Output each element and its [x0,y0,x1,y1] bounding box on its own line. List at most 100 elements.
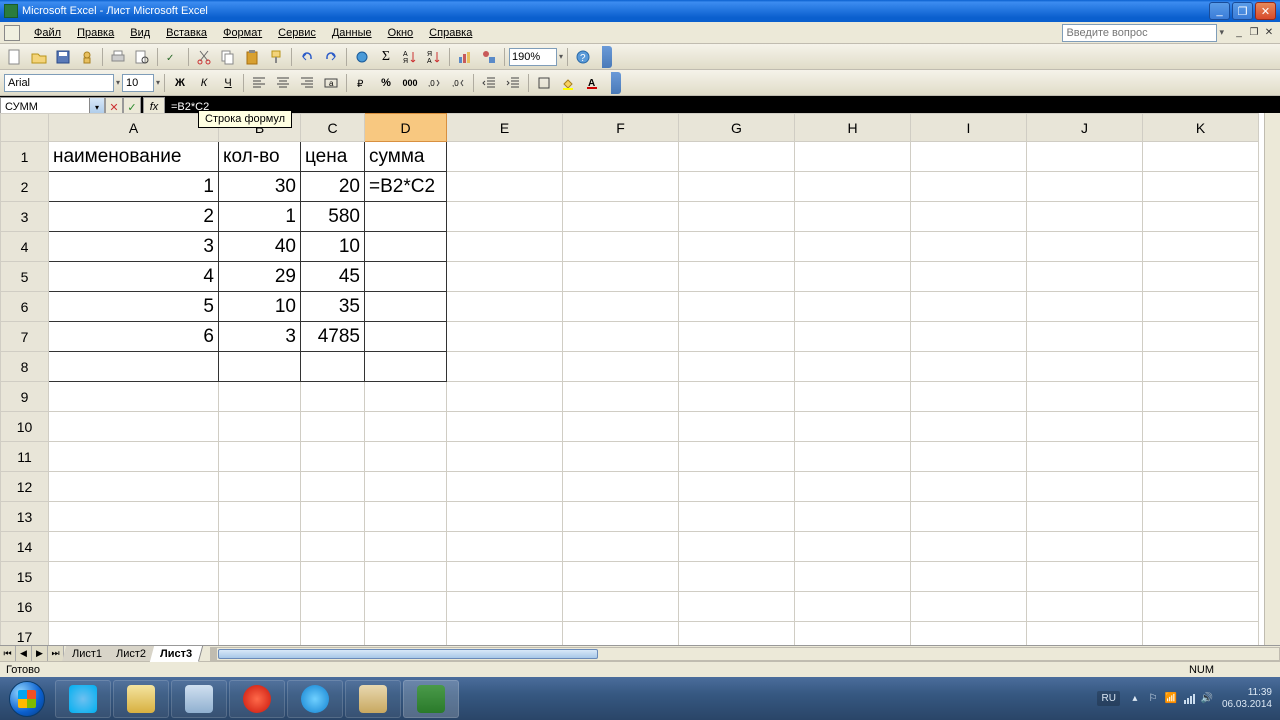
cell-I9[interactable] [911,382,1027,412]
cell-E4[interactable] [447,232,563,262]
cell-E10[interactable] [447,412,563,442]
taskbar-app2[interactable] [345,680,401,718]
cell-H1[interactable] [795,142,911,172]
cell-H11[interactable] [795,442,911,472]
tray-action-icon[interactable]: ⚐ [1146,692,1160,706]
cell-E17[interactable] [447,622,563,646]
cell-C13[interactable] [301,502,365,532]
cell-K3[interactable] [1143,202,1259,232]
cell-C9[interactable] [301,382,365,412]
cell-J12[interactable] [1027,472,1143,502]
redo-icon[interactable] [320,46,342,68]
cell-D11[interactable] [365,442,447,472]
paste-icon[interactable] [241,46,263,68]
cell-I6[interactable] [911,292,1027,322]
cell-F4[interactable] [563,232,679,262]
row-header-2[interactable]: 2 [1,172,49,202]
cell-F9[interactable] [563,382,679,412]
font-color-button[interactable]: A [581,72,603,94]
cell-G10[interactable] [679,412,795,442]
cell-D2[interactable]: =B2*C2 [365,172,447,202]
cell-A13[interactable] [49,502,219,532]
cell-C1[interactable]: цена [301,142,365,172]
zoom-combo[interactable] [509,48,557,66]
cell-I10[interactable] [911,412,1027,442]
decrease-decimal-icon[interactable]: ,0 [447,72,469,94]
cell-F12[interactable] [563,472,679,502]
cell-H8[interactable] [795,352,911,382]
row-header-9[interactable]: 9 [1,382,49,412]
tab-nav-next[interactable]: ▶ [32,646,48,662]
row-header-1[interactable]: 1 [1,142,49,172]
cell-F6[interactable] [563,292,679,322]
cell-D15[interactable] [365,562,447,592]
chart-icon[interactable] [454,46,476,68]
cell-C5[interactable]: 45 [301,262,365,292]
cell-G11[interactable] [679,442,795,472]
cell-I3[interactable] [911,202,1027,232]
cell-F5[interactable] [563,262,679,292]
cell-I11[interactable] [911,442,1027,472]
cell-D10[interactable] [365,412,447,442]
cell-H5[interactable] [795,262,911,292]
cell-A4[interactable]: 3 [49,232,219,262]
cell-A1[interactable]: наименование [49,142,219,172]
cell-H15[interactable] [795,562,911,592]
column-header-G[interactable]: G [679,114,795,142]
cell-K12[interactable] [1143,472,1259,502]
cell-B6[interactable]: 10 [219,292,301,322]
cell-K6[interactable] [1143,292,1259,322]
cell-C4[interactable]: 10 [301,232,365,262]
cell-A15[interactable] [49,562,219,592]
cell-C3[interactable]: 580 [301,202,365,232]
cell-E8[interactable] [447,352,563,382]
row-header-16[interactable]: 16 [1,592,49,622]
row-header-5[interactable]: 5 [1,262,49,292]
row-header-13[interactable]: 13 [1,502,49,532]
cell-D7[interactable] [365,322,447,352]
cell-D8[interactable] [365,352,447,382]
cell-F7[interactable] [563,322,679,352]
cell-G4[interactable] [679,232,795,262]
percent-icon[interactable]: % [375,72,397,94]
cell-E12[interactable] [447,472,563,502]
cell-K14[interactable] [1143,532,1259,562]
cell-G7[interactable] [679,322,795,352]
taskbar-ie[interactable] [287,680,343,718]
cell-K5[interactable] [1143,262,1259,292]
cell-K7[interactable] [1143,322,1259,352]
tray-volume-icon[interactable]: 🔊 [1200,692,1214,706]
taskbar-excel[interactable] [403,680,459,718]
cell-D4[interactable] [365,232,447,262]
maximize-button[interactable]: ❐ [1232,2,1253,20]
row-header-8[interactable]: 8 [1,352,49,382]
minimize-button[interactable]: _ [1209,2,1230,20]
italic-button[interactable]: К [193,72,215,94]
sheet-tab-Лист3[interactable]: Лист3 [150,646,203,662]
row-header-17[interactable]: 17 [1,622,49,646]
cell-A2[interactable]: 1 [49,172,219,202]
row-header-15[interactable]: 15 [1,562,49,592]
sort-desc-icon[interactable]: ЯА [423,46,445,68]
cell-D16[interactable] [365,592,447,622]
taskbar-skype[interactable] [55,680,111,718]
cell-H12[interactable] [795,472,911,502]
cell-H14[interactable] [795,532,911,562]
row-header-6[interactable]: 6 [1,292,49,322]
row-header-12[interactable]: 12 [1,472,49,502]
cell-E6[interactable] [447,292,563,322]
cell-E5[interactable] [447,262,563,292]
cell-E2[interactable] [447,172,563,202]
cell-K4[interactable] [1143,232,1259,262]
cell-G14[interactable] [679,532,795,562]
cell-H16[interactable] [795,592,911,622]
borders-button[interactable] [533,72,555,94]
cell-K13[interactable] [1143,502,1259,532]
cell-H4[interactable] [795,232,911,262]
cell-E13[interactable] [447,502,563,532]
cell-J17[interactable] [1027,622,1143,646]
cell-B8[interactable] [219,352,301,382]
copy-icon[interactable] [217,46,239,68]
cell-E9[interactable] [447,382,563,412]
fill-color-button[interactable] [557,72,579,94]
